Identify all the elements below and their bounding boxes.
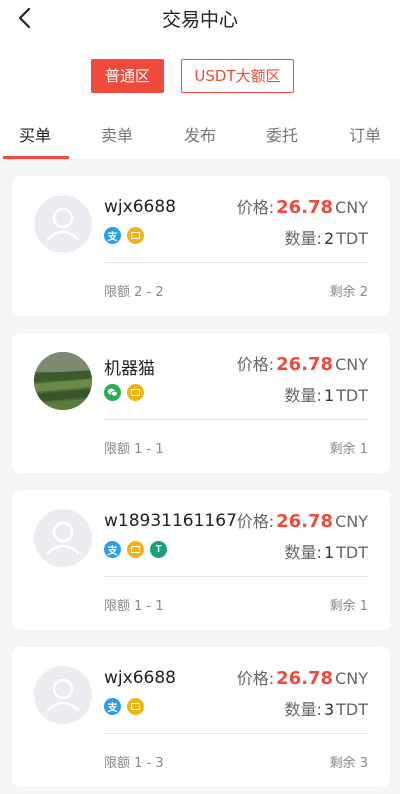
quantity-value: 3 xyxy=(323,700,335,719)
payment-methods: 支T xyxy=(104,541,167,558)
alipay-icon: 支 xyxy=(104,698,121,715)
avatar xyxy=(34,666,92,724)
limit-range: 限额 1 - 1 xyxy=(104,599,164,614)
order-card[interactable]: w18931161167 支 T 价格: 26.78 CNY 数量: 1 TDT 限额 1 - 1… xyxy=(12,490,390,630)
order-card[interactable]: wjx6688 支 价格: 26.78 CNY 数量: 3 TDT 限额 1 - 3 剩余 3 xyxy=(12,647,390,787)
price-row: 价格: 26.78 CNY xyxy=(237,351,368,375)
price-value: 26.78 xyxy=(276,354,334,375)
price-row: 价格: 26.78 CNY xyxy=(237,508,368,532)
quantity-row: 数量: 2 TDT xyxy=(285,225,368,249)
tab-buy[interactable]: 买单 xyxy=(19,122,51,146)
usdt-icon: T xyxy=(150,541,167,558)
avatar xyxy=(34,509,92,567)
card-divider xyxy=(104,733,368,734)
price-unit: CNY xyxy=(335,198,368,217)
bank-card-icon xyxy=(127,384,144,401)
quantity-value: 1 xyxy=(323,543,335,562)
price-row: 价格: 26.78 CNY xyxy=(237,194,368,218)
seller-username: w18931161167 xyxy=(104,511,237,531)
alipay-icon: 支 xyxy=(104,541,121,558)
avatar xyxy=(34,195,92,253)
remaining-amount: 剩余 2 xyxy=(329,285,368,300)
avatar xyxy=(34,352,92,410)
price-value: 26.78 xyxy=(276,668,334,689)
price-label: 价格: xyxy=(236,669,275,688)
card-divider xyxy=(104,419,368,420)
tab-publish[interactable]: 发布 xyxy=(184,122,216,146)
remaining-amount: 剩余 1 xyxy=(329,442,368,457)
tabs-divider xyxy=(0,159,400,160)
bank-card-icon xyxy=(127,227,144,244)
seller-username: wjx6688 xyxy=(104,668,176,688)
price-unit: CNY xyxy=(335,355,368,374)
quantity-label: 数量: xyxy=(284,700,322,719)
payment-methods xyxy=(104,384,144,401)
limit-range: 限额 1 - 1 xyxy=(104,442,164,457)
price-value: 26.78 xyxy=(276,511,334,532)
order-card[interactable]: wjx6688 支 价格: 26.78 CNY 数量: 2 TDT 限额 2 - 2 剩余 2 xyxy=(12,176,390,316)
price-row: 价格: 26.78 CNY xyxy=(237,665,368,689)
usdt-large-zone-button[interactable]: USDT大额区 xyxy=(181,59,294,93)
limit-range: 限额 2 - 2 xyxy=(104,285,164,300)
normal-zone-button[interactable]: 普通区 xyxy=(91,59,164,93)
payment-methods: 支 xyxy=(104,698,144,715)
quantity-row: 数量: 1 TDT xyxy=(285,539,368,563)
price-unit: CNY xyxy=(335,512,368,531)
quantity-value: 1 xyxy=(323,386,335,405)
quantity-row: 数量: 1 TDT xyxy=(285,382,368,406)
remaining-amount: 剩余 3 xyxy=(329,756,368,771)
quantity-unit: TDT xyxy=(336,700,368,719)
page-title: 交易中心 xyxy=(161,9,238,31)
price-value: 26.78 xyxy=(276,197,334,218)
quantity-unit: TDT xyxy=(336,543,368,562)
quantity-unit: TDT xyxy=(336,229,368,248)
remaining-amount: 剩余 1 xyxy=(329,599,368,614)
bank-card-icon xyxy=(127,698,144,715)
quantity-value: 2 xyxy=(323,229,335,248)
price-label: 价格: xyxy=(236,512,275,531)
quantity-label: 数量: xyxy=(284,543,322,562)
seller-username: wjx6688 xyxy=(104,197,176,217)
order-card[interactable]: 机器猫 价格: 26.78 CNY 数量: 1 TDT 限额 1 - 1 剩余 1 xyxy=(12,333,390,473)
card-divider xyxy=(104,262,368,263)
quantity-label: 数量: xyxy=(284,386,322,405)
seller-username: 机器猫 xyxy=(104,359,155,379)
bank-card-icon xyxy=(127,541,144,558)
limit-range: 限额 1 - 3 xyxy=(104,756,164,771)
price-unit: CNY xyxy=(335,669,368,688)
quantity-row: 数量: 3 TDT xyxy=(285,696,368,720)
top-bar: 交易中心 普通区 USDT大额区 买单 卖单 发布 委托 订单 xyxy=(0,0,400,160)
price-label: 价格: xyxy=(236,198,275,217)
quantity-unit: TDT xyxy=(336,386,368,405)
price-label: 价格: xyxy=(236,355,275,374)
wechat-pay-icon xyxy=(104,384,121,401)
payment-methods: 支 xyxy=(104,227,144,244)
card-divider xyxy=(104,576,368,577)
quantity-label: 数量: xyxy=(284,229,322,248)
alipay-icon: 支 xyxy=(104,227,121,244)
tab-entrust[interactable]: 委托 xyxy=(266,122,298,146)
tab-sell[interactable]: 卖单 xyxy=(101,122,133,146)
tab-orders[interactable]: 订单 xyxy=(349,122,381,146)
